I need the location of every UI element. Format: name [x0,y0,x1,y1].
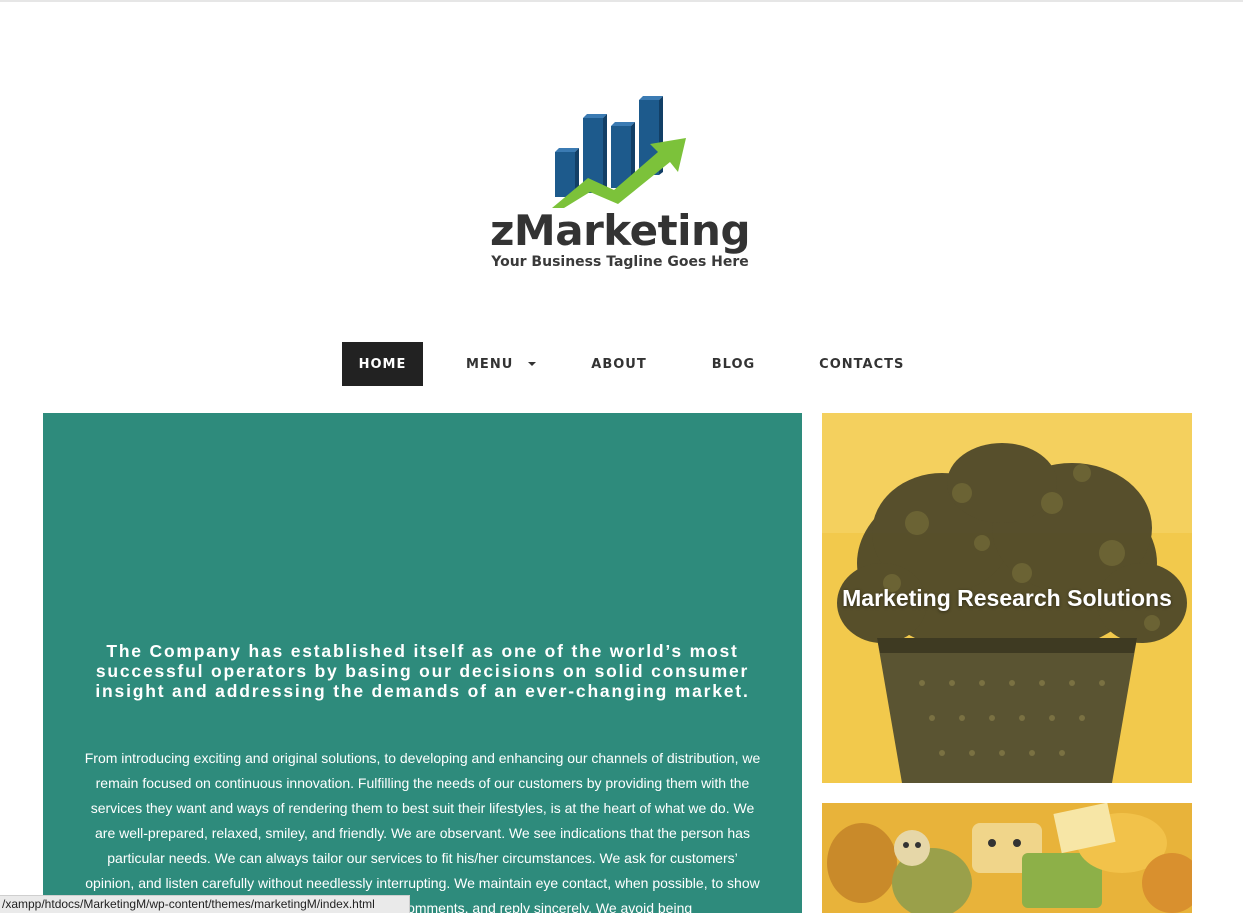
bar-chart-logo-icon [552,96,686,208]
main-navigation: HOME MENU ABOUT BLOG CONTACTS [342,342,904,386]
nav-item-label: HOME [358,356,407,372]
nav-item-blog[interactable]: BLOG [712,342,755,386]
nav-item-label: MENU [466,356,514,372]
nav-item-label: ABOUT [591,356,647,372]
card-title: Marketing Research Solutions [842,585,1172,611]
toys-image-card[interactable] [822,803,1192,913]
nav-item-contacts[interactable]: CONTACTS [819,342,904,386]
chevron-down-icon [528,362,537,366]
about-heading: The Company has established itself as on… [95,641,750,701]
top-border [0,0,1243,2]
about-body-text: From introducing exciting and original s… [84,750,761,913]
nav-item-about[interactable]: ABOUT [591,342,646,386]
toys-photo [822,803,1192,913]
browser-status-bar: /xampp/htdocs/MarketingM/wp-content/them… [0,895,410,913]
site-logo[interactable]: zMarketing Your Business Tagline Goes He… [470,88,770,288]
marketing-research-card[interactable]: Marketing Research Solutions [822,413,1192,783]
logo-tagline: Your Business Tagline Goes Here [491,254,749,270]
logo-title: zMarketing [489,206,751,255]
nav-item-home[interactable]: HOME [342,342,423,386]
about-panel: The Company has established itself as on… [43,413,802,913]
nav-item-label: CONTACTS [819,356,905,372]
nav-item-menu[interactable]: MENU [466,342,537,386]
nav-item-label: BLOG [711,356,756,372]
